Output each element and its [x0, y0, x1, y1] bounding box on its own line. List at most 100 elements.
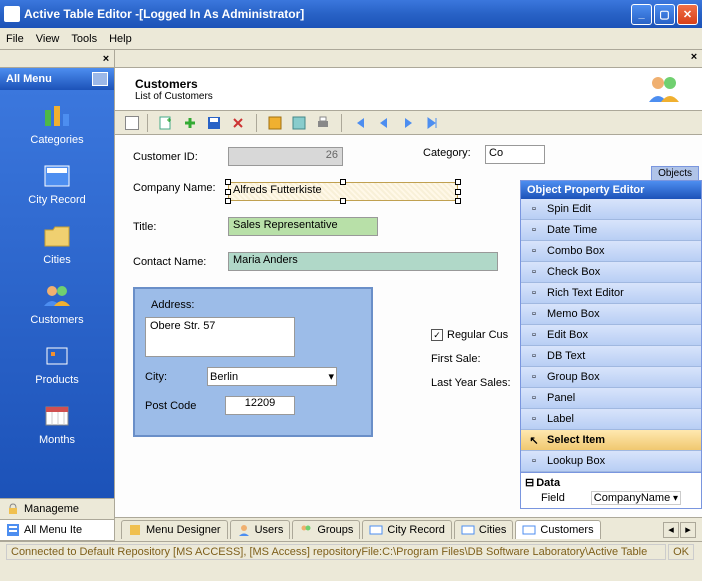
- window-buttons: _ ▢ ✕: [631, 4, 698, 25]
- object-item-combo-box[interactable]: ▫Combo Box: [521, 241, 701, 262]
- sidebar-item-categories[interactable]: Categories: [0, 100, 114, 146]
- data-section-header[interactable]: ⊟ Data: [525, 475, 697, 490]
- object-item-lookup-box[interactable]: ▫Lookup Box: [521, 451, 701, 472]
- contact-name-field[interactable]: Maria Anders: [228, 252, 498, 271]
- sidebar-header[interactable]: All Menu: [0, 68, 114, 90]
- tab-city-record[interactable]: City Record: [362, 520, 451, 539]
- object-item-panel[interactable]: ▫ Panel: [521, 388, 701, 409]
- close-button[interactable]: ✕: [677, 4, 698, 25]
- status-bar: Connected to Default Repository [MS ACCE…: [0, 541, 702, 561]
- tab-customers[interactable]: Customers: [515, 520, 600, 539]
- title-label: Title:: [133, 221, 228, 233]
- menu-help[interactable]: Help: [109, 33, 132, 45]
- sidebar-item-customers[interactable]: Customers: [0, 280, 114, 326]
- object-item-date-time[interactable]: ▫Date Time: [521, 220, 701, 241]
- sidebar-tab-management[interactable]: Manageme: [0, 499, 114, 520]
- customer-id-label: Customer ID:: [133, 151, 228, 163]
- tab-cities[interactable]: Cities: [454, 520, 514, 539]
- objects-tab[interactable]: Objects: [651, 166, 699, 180]
- object-item-icon: ▫: [527, 349, 541, 363]
- object-item-icon: ▫: [527, 265, 541, 279]
- toolbar-export-icon[interactable]: [289, 113, 309, 133]
- collapse-icon[interactable]: ⊟: [525, 476, 534, 489]
- people-icon: [41, 280, 73, 312]
- tab-scroll-right[interactable]: ▸: [680, 522, 696, 538]
- sidebar-tab-all-menu[interactable]: All Menu Ite: [0, 520, 114, 541]
- maximize-button[interactable]: ▢: [654, 4, 675, 25]
- menu-view[interactable]: View: [36, 33, 60, 45]
- toolbar: [115, 111, 702, 135]
- object-item-icon: ▫: [527, 391, 541, 405]
- object-item-icon: ▫: [527, 412, 541, 426]
- sidebar-close-icon[interactable]: ×: [98, 52, 114, 66]
- menu-file[interactable]: File: [6, 33, 24, 45]
- sidebar-label: Customers: [30, 314, 83, 326]
- category-combo[interactable]: Co: [485, 145, 545, 164]
- field-value[interactable]: CompanyName ▾: [591, 491, 681, 505]
- user-icon: [237, 523, 251, 537]
- toolbar-delete-icon[interactable]: [228, 113, 248, 133]
- object-item-icon: ▫: [527, 286, 541, 300]
- title-field[interactable]: Sales Representative: [228, 217, 378, 236]
- tab-menu-designer[interactable]: Menu Designer: [121, 520, 228, 539]
- toolbar-save-icon[interactable]: [204, 113, 224, 133]
- street-field[interactable]: Obere Str. 57: [145, 317, 295, 357]
- object-item-select-item[interactable]: ↖Select Item: [521, 430, 701, 451]
- tab-label: Groups: [317, 524, 353, 536]
- toolbar-add-icon[interactable]: [180, 113, 200, 133]
- document-tabs: Menu Designer Users Groups City Record C…: [115, 517, 702, 541]
- post-code-field[interactable]: 12209: [225, 396, 295, 415]
- company-name-selection[interactable]: Alfreds Futterkiste: [228, 182, 458, 201]
- toolbar-import-icon[interactable]: [265, 113, 285, 133]
- sidebar-header-label: All Menu: [6, 73, 52, 85]
- object-item-label: Panel: [547, 392, 575, 404]
- sidebar: × All Menu Categories City Record Cities…: [0, 50, 115, 541]
- object-item-edit-box[interactable]: ▫Edit Box: [521, 325, 701, 346]
- page-title: Customers: [135, 77, 646, 91]
- object-item-memo-box[interactable]: ▫Memo Box: [521, 304, 701, 325]
- nav-last-icon[interactable]: [422, 113, 442, 133]
- content-close-icon[interactable]: ×: [686, 50, 702, 64]
- object-item-check-box[interactable]: ▫Check Box: [521, 262, 701, 283]
- toolbar-new-icon[interactable]: [156, 113, 176, 133]
- sidebar-header-icon: [92, 72, 108, 86]
- object-item-label[interactable]: ▫ Label: [521, 409, 701, 430]
- status-message: Connected to Default Repository [MS ACCE…: [6, 544, 666, 560]
- last-year-sales-label: Last Year Sales:: [431, 377, 511, 389]
- object-item-icon: ▫: [527, 202, 541, 216]
- object-item-label: Label: [547, 413, 574, 425]
- toolbar-checkbox[interactable]: [125, 116, 139, 130]
- object-item-label: Edit Box: [547, 329, 588, 341]
- window-title: Active Table Editor -[Logged In As Admin…: [24, 7, 631, 21]
- city-combo[interactable]: Berlin ▾: [207, 367, 337, 386]
- nav-first-icon[interactable]: [350, 113, 370, 133]
- object-item-group-box[interactable]: ▫Group Box: [521, 367, 701, 388]
- data-label: Data: [536, 477, 560, 489]
- nav-next-icon[interactable]: [398, 113, 418, 133]
- sidebar-item-months[interactable]: Months: [0, 400, 114, 446]
- object-item-spin-edit[interactable]: ▫Spin Edit: [521, 199, 701, 220]
- object-item-db-text[interactable]: ▫DB Text: [521, 346, 701, 367]
- object-item-label: Memo Box: [547, 308, 600, 320]
- table-icon: [522, 523, 536, 537]
- object-item-rich-text-editor[interactable]: ▫Rich Text Editor: [521, 283, 701, 304]
- object-item-icon: ▫: [527, 454, 541, 468]
- nav-prev-icon[interactable]: [374, 113, 394, 133]
- menu-tools[interactable]: Tools: [71, 33, 97, 45]
- minimize-button[interactable]: _: [631, 4, 652, 25]
- tab-scroll-left[interactable]: ◂: [663, 522, 679, 538]
- sidebar-item-city-record[interactable]: City Record: [0, 160, 114, 206]
- sidebar-body: Categories City Record Cities Customers …: [0, 90, 114, 498]
- company-name-label: Company Name:: [133, 182, 228, 194]
- regular-customer-checkbox[interactable]: ✓: [431, 329, 443, 341]
- object-item-icon: ↖: [527, 433, 541, 447]
- sidebar-item-products[interactable]: Products: [0, 340, 114, 386]
- toolbar-print-icon[interactable]: [313, 113, 333, 133]
- tab-groups[interactable]: Groups: [292, 520, 360, 539]
- sidebar-item-cities[interactable]: Cities: [0, 220, 114, 266]
- header-panel: Customers List of Customers: [115, 68, 702, 111]
- titlebar: Active Table Editor -[Logged In As Admin…: [0, 0, 702, 28]
- data-field-row[interactable]: Field CompanyName ▾: [525, 490, 697, 506]
- sidebar-top: ×: [0, 50, 114, 68]
- tab-users[interactable]: Users: [230, 520, 291, 539]
